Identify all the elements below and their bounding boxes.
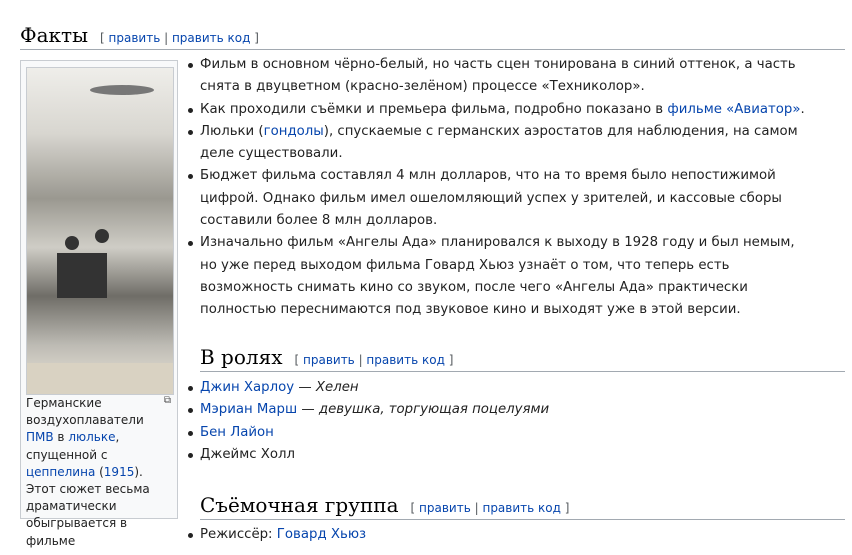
edit-links: [ править | править код ] [100,31,259,45]
list-item: Фильм в основном чёрно-белый, но часть с… [188,54,808,99]
list-item: Джеймс Холл [188,444,828,466]
edit-code-link[interactable]: править код [172,31,250,45]
thumbnail-box: ⧉ Германские воздухоплаватели ПМВ в люль… [20,60,178,548]
heading-text: В ролях [200,345,283,369]
edit-link[interactable]: править [109,31,161,45]
link-aviator[interactable]: фильме «Авиатор» [667,102,800,117]
thumbnail-caption: Германские воздухоплаватели ПМВ в люльке… [26,396,150,548]
list-item: Джин Харлоу — Хелен [188,377,828,399]
thumbnail-image[interactable] [26,67,174,395]
heading-text: Съёмочная группа [200,493,399,517]
link-pmv[interactable]: ПМВ [26,430,54,444]
airship-illustration [27,85,173,394]
section-facts-heading: Факты [ править | править код ] [20,23,845,50]
list-item: Как проходили съёмки и премьера фильма, … [188,99,808,121]
cast-list: Джин Харлоу — Хелен Мэриан Марш — девушк… [188,377,828,466]
link-1915[interactable]: 1915 [104,465,135,479]
edit-code-link[interactable]: править код [482,501,560,515]
link-gondola[interactable]: люльке [68,430,115,444]
actor-link[interactable]: Джин Харлоу [200,380,294,395]
edit-link[interactable]: править [303,353,355,367]
actor-link[interactable]: Бен Лайон [200,425,274,440]
actor-link[interactable]: Мэриан Марш [200,402,297,417]
list-item: Изначально фильм «Ангелы Ада» планировал… [188,232,808,321]
list-item: Люльки (гондолы), спускаемые с германски… [188,121,808,166]
facts-list: Фильм в основном чёрно-белый, но часть с… [188,54,808,322]
list-item: Мэриан Марш — девушка, торгующая поцелуя… [188,399,828,421]
link-gondolas[interactable]: гондолы [264,124,324,139]
crew-list: Режиссёр: Говард Хьюз [188,524,828,546]
edit-links: [ править | править код ] [294,353,454,367]
edit-code-link[interactable]: править код [366,353,444,367]
list-item: Бен Лайон [188,422,828,444]
link-zeppelin[interactable]: цеппелина [26,465,95,479]
director-link[interactable]: Говард Хьюз [277,527,366,542]
list-item: Режиссёр: Говард Хьюз [188,524,828,546]
heading-text: Факты [20,23,89,47]
edit-links: [ править | править код ] [410,501,570,515]
section-cast-heading: В ролях [ править | править код ] [200,345,845,372]
edit-link[interactable]: править [419,501,471,515]
list-item: Бюджет фильма составлял 4 млн долларов, … [188,165,808,232]
section-crew-heading: Съёмочная группа [ править | править код … [200,493,845,520]
